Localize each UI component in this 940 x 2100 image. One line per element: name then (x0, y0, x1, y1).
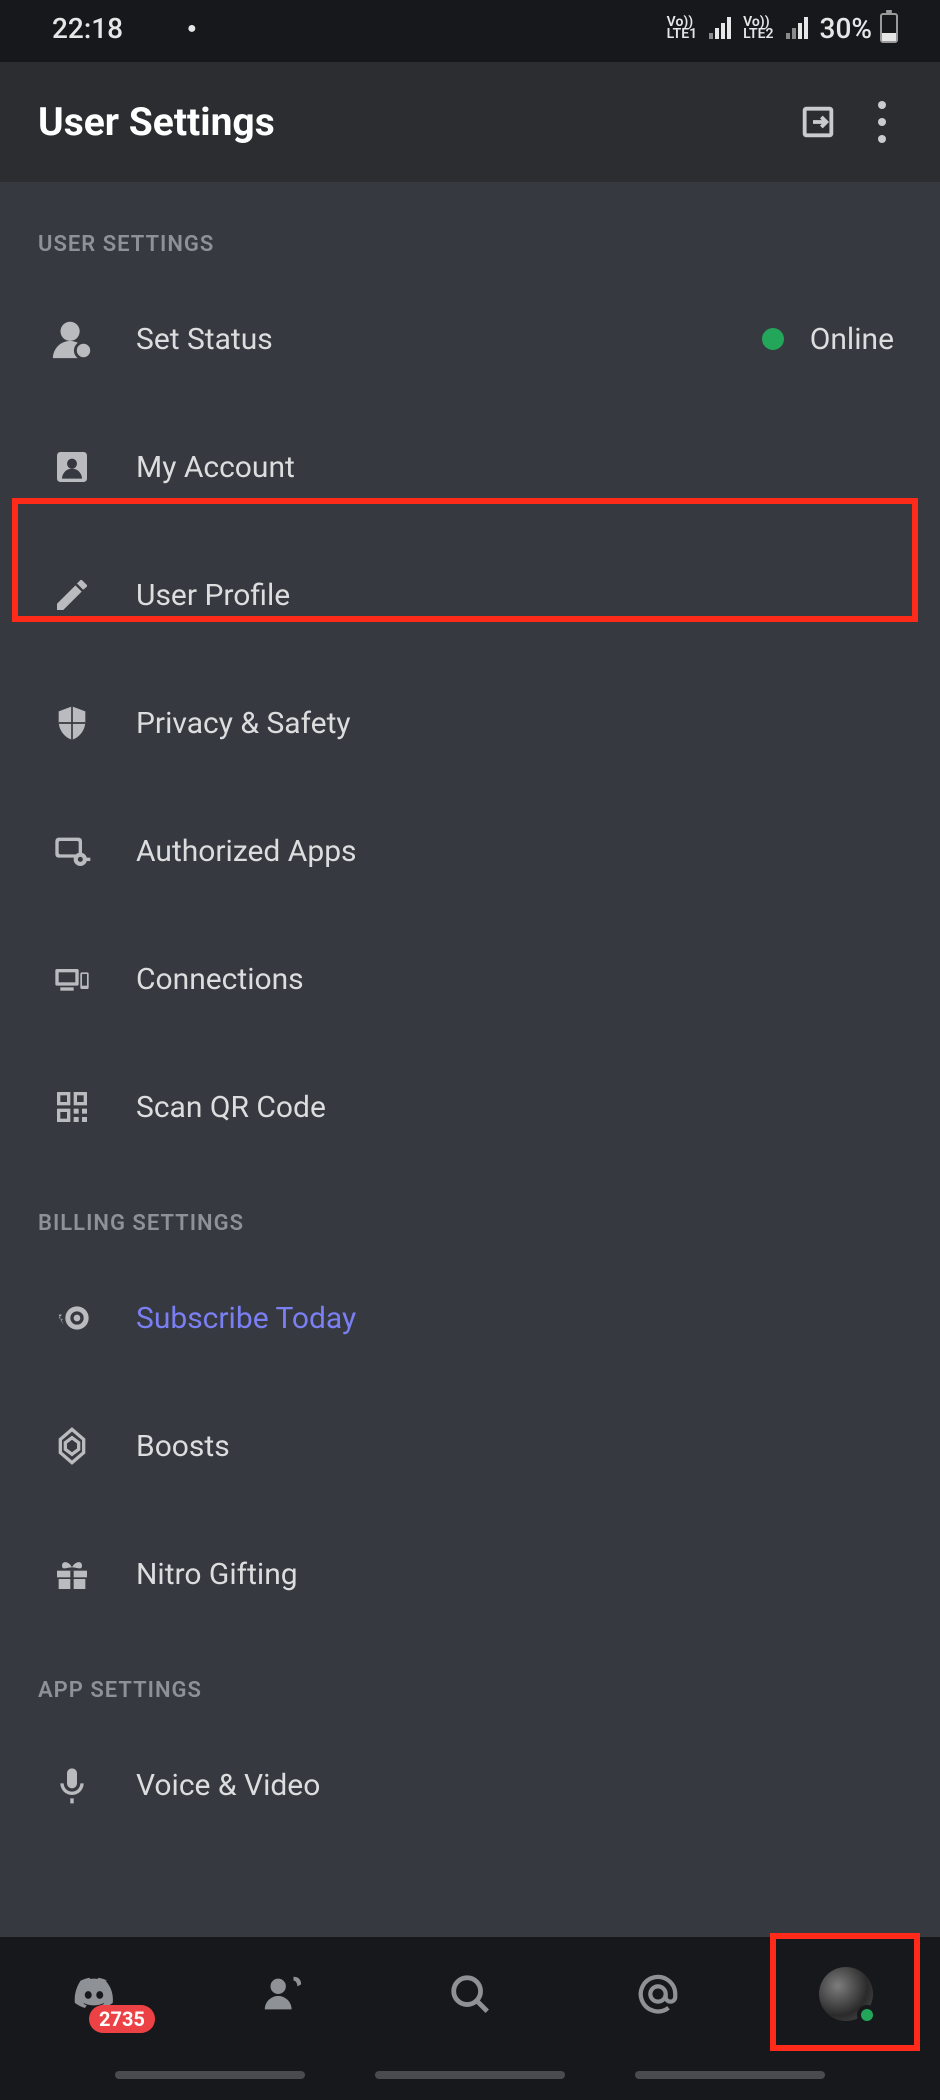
row-label: Connections (136, 962, 914, 997)
row-my-account[interactable]: My Account (0, 403, 940, 531)
gesture-pill (115, 2071, 305, 2079)
unread-badge: 2735 (89, 2005, 155, 2033)
status-person-icon (34, 316, 110, 362)
overflow-menu-button[interactable] (850, 90, 914, 154)
nav-friends-button[interactable] (237, 1959, 327, 2029)
row-label: My Account (136, 450, 914, 485)
avatar (819, 1967, 873, 2021)
search-icon (447, 1971, 493, 2017)
row-scan-qr[interactable]: Scan QR Code (0, 1043, 940, 1171)
row-connections[interactable]: Connections (0, 915, 940, 1043)
row-voice-video[interactable]: Voice & Video (0, 1721, 940, 1831)
row-label: Set Status (136, 322, 736, 357)
battery-icon (880, 13, 898, 43)
dot-icon: ● (187, 18, 197, 38)
section-header-app: APP SETTINGS (0, 1638, 940, 1721)
account-box-icon (34, 447, 110, 487)
row-label: Scan QR Code (136, 1090, 914, 1125)
app-bar: User Settings (0, 62, 940, 182)
status-value: Online (810, 322, 894, 357)
row-label: Privacy & Safety (136, 706, 914, 741)
bottom-nav: 2735 (0, 1937, 940, 2050)
row-label: Voice & Video (136, 1768, 914, 1803)
nav-mentions-button[interactable] (613, 1959, 703, 2029)
row-boosts[interactable]: Boosts (0, 1382, 940, 1510)
lte2-label: Vo)) LTE2 (743, 16, 773, 40)
nitro-icon (34, 1298, 110, 1338)
row-user-profile[interactable]: User Profile (0, 531, 940, 659)
nav-home-button[interactable]: 2735 (49, 1959, 139, 2029)
battery-indicator: 30% (820, 12, 898, 45)
section-header-user: USER SETTINGS (0, 192, 940, 275)
page-title: User Settings (38, 99, 786, 145)
row-nitro-gifting[interactable]: Nitro Gifting (0, 1510, 940, 1638)
row-label: Boosts (136, 1429, 914, 1464)
settings-scroll[interactable]: USER SETTINGS Set Status Online My Accou… (0, 182, 940, 1937)
gesture-pill (635, 2071, 825, 2079)
pencil-icon (34, 575, 110, 615)
devices-icon (34, 959, 110, 999)
row-authorized-apps[interactable]: Authorized Apps (0, 787, 940, 915)
boost-gem-icon (34, 1426, 110, 1466)
status-dot (762, 328, 784, 350)
row-subscribe-today[interactable]: Subscribe Today (0, 1254, 940, 1382)
exit-icon (798, 102, 838, 142)
qr-code-icon (34, 1087, 110, 1127)
status-bar-left: 22:18 ● (52, 12, 197, 45)
gesture-pill (375, 2071, 565, 2079)
row-label: Nitro Gifting (136, 1557, 914, 1592)
nav-search-button[interactable] (425, 1959, 515, 2029)
status-bar-right: Vo)) LTE1 Vo)) LTE2 30% (643, 12, 898, 45)
shield-icon (34, 703, 110, 743)
gift-icon (34, 1554, 110, 1594)
status-time: 22:18 (52, 12, 123, 45)
signal-1-icon (709, 17, 731, 39)
exit-button[interactable] (786, 90, 850, 154)
presence-dot (857, 2005, 877, 2025)
friend-wave-icon (259, 1971, 305, 2017)
battery-text: 30% (820, 12, 872, 45)
kebab-icon (878, 101, 886, 143)
signal-2-icon (786, 17, 808, 39)
section-header-billing: BILLING SETTINGS (0, 1171, 940, 1254)
row-set-status[interactable]: Set Status Online (0, 275, 940, 403)
microphone-icon (34, 1765, 110, 1805)
status-trailing: Online (762, 322, 914, 357)
row-privacy-safety[interactable]: Privacy & Safety (0, 659, 940, 787)
apps-key-icon (34, 831, 110, 871)
android-status-bar: 22:18 ● Vo)) LTE1 Vo)) LTE2 30% (0, 0, 940, 62)
nav-profile-button[interactable] (801, 1959, 891, 2029)
at-sign-icon (635, 1971, 681, 2017)
gesture-nav (0, 2050, 940, 2100)
row-label: User Profile (136, 578, 914, 613)
row-label: Subscribe Today (136, 1301, 914, 1336)
row-label: Authorized Apps (136, 834, 914, 869)
lte1-label: Vo)) LTE1 (667, 16, 697, 40)
